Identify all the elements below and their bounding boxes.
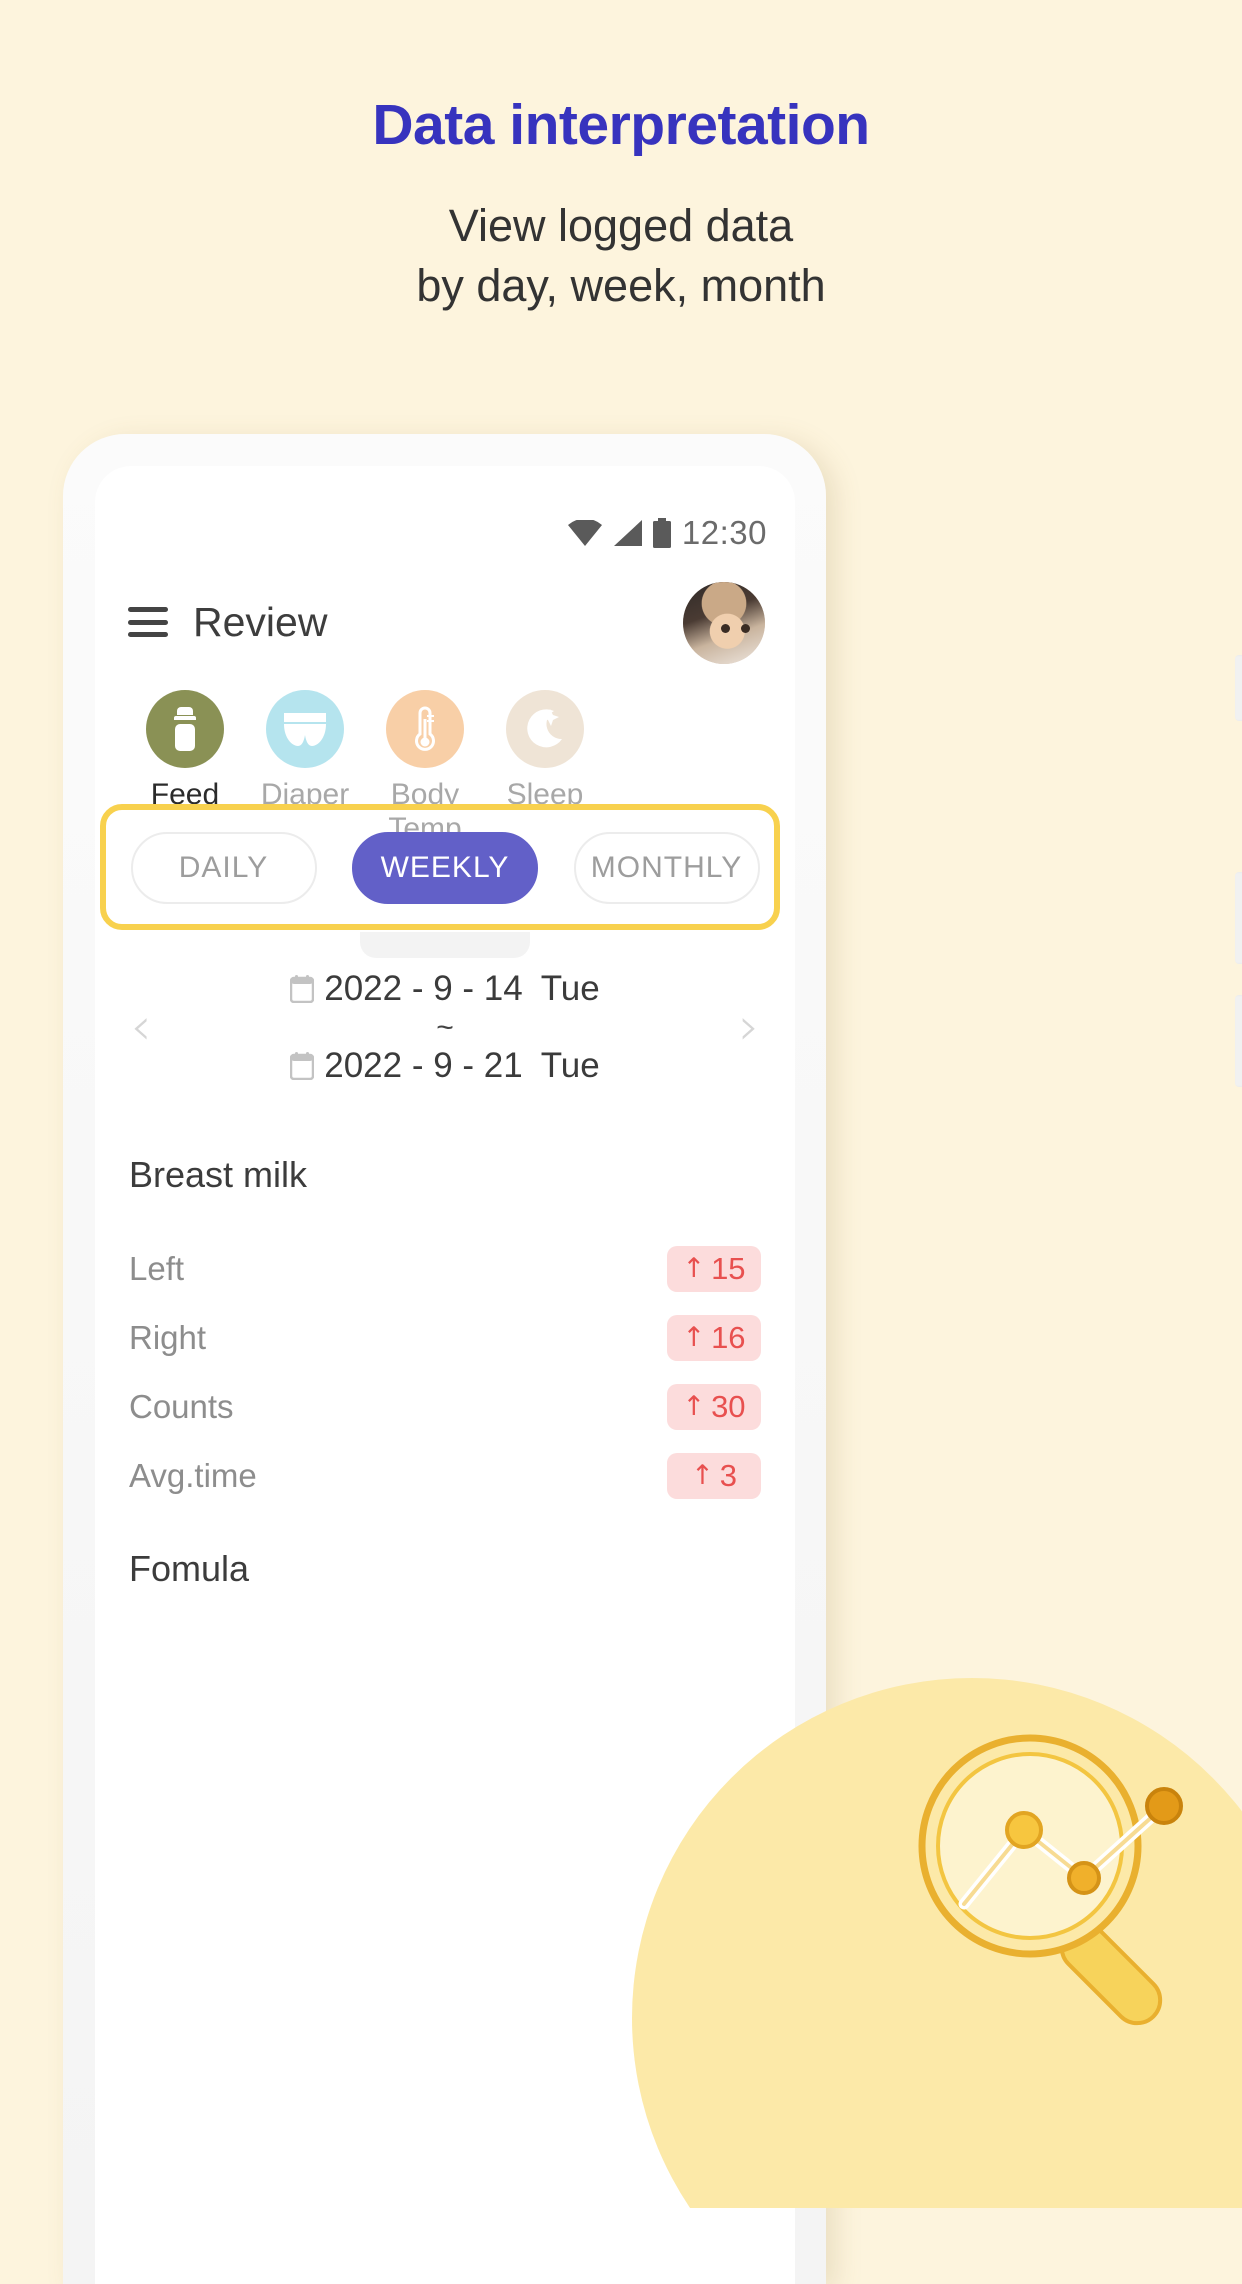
section-breast-milk: Breast milk xyxy=(95,1154,795,1196)
trend-up-icon: ↑ xyxy=(682,1322,706,1353)
page-subtitle-line-2: by day, week, month xyxy=(416,259,826,311)
date-range-end[interactable]: 2022 - 9 - 21 Tue xyxy=(165,1046,725,1086)
page-subtitle-line-1: View logged data xyxy=(448,200,794,251)
date-range-end-day: Tue xyxy=(540,1045,600,1085)
diaper-icon-circle xyxy=(266,690,344,768)
diaper-icon xyxy=(284,713,326,746)
magnifier-icon xyxy=(918,1734,1183,2026)
crescent-moon-icon xyxy=(527,709,562,748)
breast-milk-rows: Left ↑ 15 Right ↑ 16 Counts ↑ 30 Avg.tim… xyxy=(95,1234,795,1510)
badge-value: 3 xyxy=(719,1457,737,1493)
status-bar-clock: 12:30 xyxy=(681,514,767,551)
tab-daily[interactable]: DAILY xyxy=(130,832,317,904)
row-label: Right xyxy=(129,1318,207,1356)
avatar[interactable] xyxy=(683,582,765,664)
date-range-selector: ‹ 2022 - 9 - 14 Tue ~ 2022 - 9 - 21 Tue … xyxy=(95,952,795,1102)
phone-side-button-2[interactable] xyxy=(1235,872,1242,964)
badge-value: 16 xyxy=(711,1319,746,1355)
chevron-right-icon[interactable]: › xyxy=(725,1001,773,1053)
wifi-icon xyxy=(567,520,602,546)
trend-up-icon: ↑ xyxy=(691,1460,714,1491)
date-range-separator: ~ xyxy=(436,1010,454,1044)
table-row[interactable]: Counts ↑ 30 xyxy=(129,1372,761,1441)
avatar-image xyxy=(683,582,765,664)
trend-up-icon: ↑ xyxy=(682,1253,706,1284)
app-bar: Review xyxy=(95,574,795,670)
section-title: Breast milk xyxy=(129,1154,308,1195)
chevron-left-icon[interactable]: ‹ xyxy=(117,1001,165,1053)
period-tabs: DAILY WEEKLY MONTHLY xyxy=(95,832,795,904)
status-badge: ↑ 3 xyxy=(667,1452,761,1499)
sleep-icon-circle xyxy=(506,690,584,768)
page-subtitle: View logged data by day, week, month xyxy=(0,196,1242,316)
phone-side-button-3[interactable] xyxy=(1235,995,1242,1087)
phone-side-button-1[interactable] xyxy=(1235,655,1242,721)
row-label: Avg.time xyxy=(129,1456,257,1494)
table-row[interactable]: Left ↑ 15 xyxy=(129,1234,761,1303)
tab-monthly[interactable]: MONTHLY xyxy=(573,832,760,904)
phone-screen: 12:30 Review Feed Diaper Body Temp Sleep… xyxy=(95,466,795,2284)
calendar-icon xyxy=(290,974,315,1003)
badge-value: 15 xyxy=(711,1250,746,1286)
date-range-end-date: 2022 - 9 - 21 xyxy=(324,1045,523,1085)
trend-up-icon: ↑ xyxy=(682,1391,706,1422)
status-badge: ↑ 30 xyxy=(667,1383,761,1430)
date-range-start-date: 2022 - 9 - 14 xyxy=(324,968,523,1008)
tab-weekly[interactable]: WEEKLY xyxy=(352,832,538,904)
date-range-values: 2022 - 9 - 14 Tue ~ 2022 - 9 - 21 Tue xyxy=(165,969,725,1086)
calendar-icon xyxy=(290,1051,315,1080)
thermometer-icon xyxy=(415,706,435,751)
table-row[interactable]: Avg.time ↑ 3 xyxy=(129,1441,761,1510)
table-row[interactable]: Right ↑ 16 xyxy=(129,1303,761,1372)
status-bar: 12:30 xyxy=(567,514,767,552)
date-range-start[interactable]: 2022 - 9 - 14 Tue xyxy=(165,969,725,1009)
section-title: Fomula xyxy=(129,1548,250,1589)
row-label: Counts xyxy=(129,1387,234,1425)
feed-icon-circle xyxy=(146,690,224,768)
row-label: Left xyxy=(129,1249,185,1287)
date-range-start-day: Tue xyxy=(540,968,600,1008)
page-title: Data interpretation xyxy=(372,93,870,157)
body-temp-icon-circle xyxy=(386,690,464,768)
avatar-eye-right xyxy=(741,624,750,633)
app-bar-title: Review xyxy=(193,598,328,645)
avatar-eye-left xyxy=(721,624,730,633)
hamburger-menu-icon[interactable] xyxy=(128,607,168,637)
baby-bottle-icon xyxy=(174,707,196,751)
badge-value: 30 xyxy=(711,1388,746,1424)
status-badge: ↑ 15 xyxy=(667,1245,761,1292)
signal-icon xyxy=(613,520,642,546)
section-fomula: Fomula xyxy=(95,1548,795,1590)
status-badge: ↑ 16 xyxy=(667,1314,761,1361)
battery-icon xyxy=(652,518,671,548)
